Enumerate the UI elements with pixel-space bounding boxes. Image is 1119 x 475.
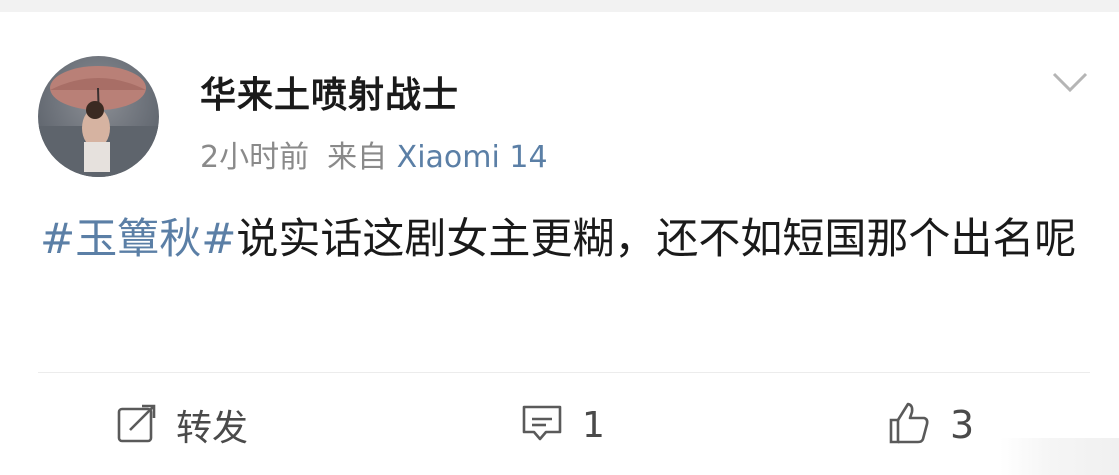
- post-content: #玉簟秋#说实话这剧女主更糊，还不如短国那个出名呢: [40, 206, 1090, 272]
- like-count: 3: [950, 403, 975, 447]
- repost-button[interactable]: 转发: [116, 400, 248, 450]
- post-time: 2小时前: [200, 140, 310, 175]
- like-icon: [886, 400, 932, 450]
- repost-label: 转发: [176, 408, 249, 449]
- avatar[interactable]: [38, 56, 159, 177]
- like-button[interactable]: 3: [886, 400, 974, 450]
- action-divider: [38, 372, 1090, 373]
- username[interactable]: 华来土喷射战士: [200, 66, 459, 118]
- top-separator: [0, 0, 1119, 12]
- chevron-down-icon[interactable]: [1050, 66, 1090, 96]
- repost-icon: [116, 402, 158, 448]
- device-link[interactable]: Xiaomi 14: [397, 140, 548, 175]
- post-body-text: 说实话这剧女主更糊，还不如短国那个出名呢: [236, 214, 1077, 263]
- comment-count: 1: [582, 404, 605, 446]
- comment-icon: [520, 402, 564, 448]
- hashtag-link[interactable]: #玉簟秋#: [40, 214, 236, 263]
- comment-button[interactable]: 1: [520, 400, 605, 450]
- watermark-overlay: [1000, 438, 1119, 475]
- post-source-prefix: 来自: [327, 140, 388, 175]
- post-meta: 2小时前 来自 Xiaomi 14: [200, 132, 548, 176]
